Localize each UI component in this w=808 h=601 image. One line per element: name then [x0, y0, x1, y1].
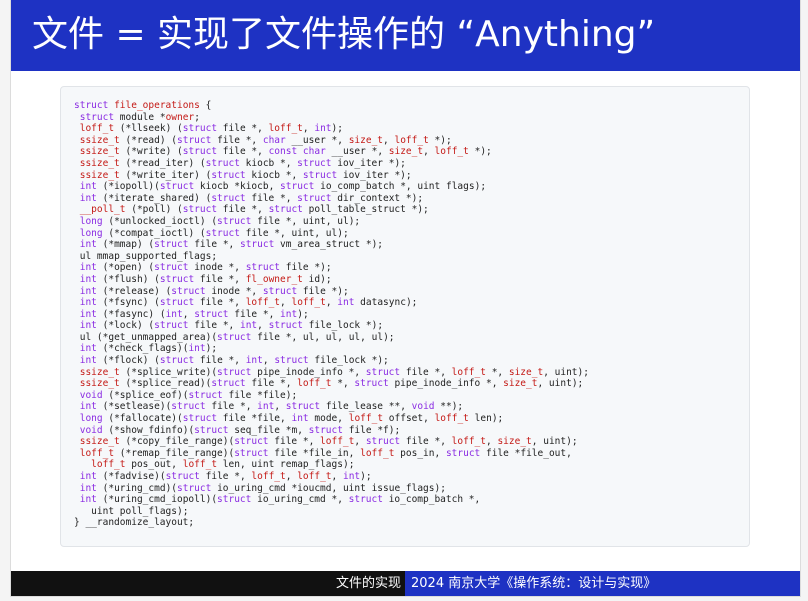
code-line: int (*fadvise)(struct file *, loff_t, lo… [79, 471, 372, 482]
footer-section-label: 文件的实现 [335, 576, 401, 591]
code-line: int (*open) (struct inode *, struct file… [79, 262, 332, 274]
code-line: long (*fallocate)(struct file *file, int… [79, 413, 504, 425]
code-line: ssize_t (*read) (struct file *, char __u… [79, 134, 452, 146]
code-line: ssize_t (*splice_write)(struct pipe_inod… [79, 366, 589, 378]
code-line: struct file_operations { [74, 100, 212, 111]
code-line: ssize_t (*write) (struct file *, const c… [79, 146, 492, 158]
code-line: ssize_t (*write_iter) (struct kiocb *, s… [79, 169, 412, 181]
code-line: int (*iterate_shared) (struct file *, st… [79, 192, 424, 204]
code-line: int (*release) (struct inode *, struct f… [79, 285, 349, 297]
code-line: int (*flush) (struct file *, fl_owner_t … [79, 273, 332, 285]
code-line: int (*uring_cmd_iopoll)(struct io_uring_… [79, 494, 481, 506]
code-line: ul (*get_unmapped_area)(struct file *, u… [79, 331, 395, 343]
footer-bar: 文件的实现 2024 南京大学《操作系统：设计与实现》 [11, 571, 800, 596]
code-line: int (*fasync) (int, struct file *, int); [79, 308, 309, 320]
code-line: void (*splice_eof)(struct file *file); [79, 389, 298, 401]
code-line: } __randomize_layout; [74, 517, 195, 529]
code-line: long (*compat_ioctl) (struct file *, uin… [79, 227, 349, 239]
code-line: int (*fsync) (struct file *, loff_t, lof… [79, 297, 418, 309]
code-block: struct file_operations { struct module *… [60, 86, 750, 547]
code-line: int (*uring_cmd)(struct io_uring_cmd *io… [79, 482, 446, 494]
footer-course-label: 2024 南京大学《操作系统：设计与实现》 [411, 576, 657, 591]
title-bar: 文件 = 实现了文件操作的 “Anything” [11, 0, 800, 71]
code-line: loff_t (*remap_file_range)(struct file *… [79, 447, 572, 459]
code-line: uint poll_flags); [91, 505, 189, 517]
code-line: long (*unlocked_ioctl) (struct file *, u… [79, 215, 361, 227]
code-line: ul mmap_supported_flags; [79, 250, 218, 262]
code-line: loff_t (*llseek) (struct file *, loff_t,… [79, 123, 343, 135]
code-line: ssize_t (*splice_read)(struct file *, lo… [79, 378, 584, 390]
footer-section: 文件的实现 [11, 571, 405, 596]
code-listing: struct file_operations { struct module *… [74, 100, 589, 529]
code-line: int (*setlease)(struct file *, int, stru… [79, 401, 464, 413]
code-line: int (*check_flags)(int); [79, 343, 218, 355]
code-line: int (*flock) (struct file *, int, struct… [79, 355, 389, 367]
code-line: struct module *owner; [79, 111, 200, 123]
code-line: ssize_t (*read_iter) (struct kiocb *, st… [79, 157, 406, 169]
code-line: loff_t pos_out, loff_t len, uint remap_f… [91, 459, 355, 471]
code-line: ssize_t (*copy_file_range)(struct file *… [79, 436, 578, 448]
code-line: void (*show_fdinfo)(struct seq_file *m, … [79, 424, 401, 436]
slide-title: 文件 = 实现了文件操作的 “Anything” [32, 14, 656, 55]
code-line: int (*mmap) (struct file *, struct vm_ar… [79, 239, 384, 251]
slide: 文件 = 实现了文件操作的 “Anything” struct file_ope… [11, 0, 800, 596]
code-line: int (*lock) (struct file *, int, struct … [79, 320, 384, 332]
code-line: __poll_t (*poll) (struct file *, struct … [79, 204, 429, 216]
footer-course: 2024 南京大学《操作系统：设计与实现》 [405, 571, 800, 596]
code-line: int (*iopoll)(struct kiocb *kiocb, struc… [79, 181, 487, 193]
